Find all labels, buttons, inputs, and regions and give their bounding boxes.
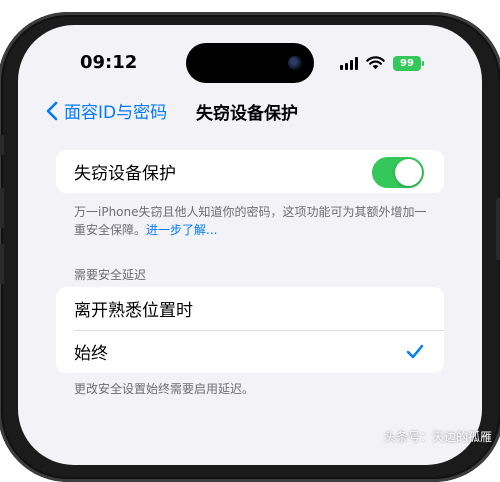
protection-toggle[interactable]	[372, 157, 424, 188]
protection-description: 万一iPhone失窃且他人知道你的密码，这项功能可为其额外增加一重安全保障。	[74, 205, 427, 237]
protection-row: 失窃设备保护	[56, 150, 444, 193]
wifi-icon	[366, 56, 385, 70]
protection-footnote: 万一iPhone失窃且他人知道你的密码，这项功能可为其额外增加一重安全保障。进一…	[74, 203, 434, 239]
delay-section-header: 需要安全延迟	[74, 268, 147, 282]
watermark: 头条号：天边的孤雁	[383, 430, 492, 444]
option-label: 离开熟悉位置时	[74, 301, 193, 321]
power-button	[496, 198, 500, 260]
signal-icon	[340, 56, 358, 70]
camera-icon	[288, 56, 302, 70]
option-label: 始终	[74, 344, 108, 364]
toggle-knob	[395, 159, 422, 186]
battery-icon: 99	[393, 55, 424, 71]
delay-footnote: 更改安全设置始终需要启用延迟。	[74, 382, 255, 396]
dynamic-island	[186, 43, 314, 83]
delay-option-always[interactable]: 始终	[56, 330, 444, 373]
back-label: 面容ID与密码	[64, 103, 168, 123]
chevron-left-icon	[46, 101, 58, 120]
page-title: 失窃设备保护	[196, 104, 298, 124]
volume-button	[0, 188, 4, 228]
delay-option-away[interactable]: 离开熟悉位置时	[56, 287, 444, 330]
protection-label: 失窃设备保护	[74, 164, 176, 184]
volume-button	[0, 244, 4, 284]
delay-group: 离开熟悉位置时 始终	[56, 287, 444, 373]
status-icons: 99	[340, 55, 424, 71]
back-button[interactable]: 面容ID与密码	[46, 98, 167, 123]
screen: 09:12 99 面容ID与密码 失窃设备保护 失窃设备保护 万一iPhone失…	[18, 25, 482, 465]
checkmark-icon	[406, 344, 424, 359]
protection-group: 失窃设备保护	[56, 150, 444, 193]
status-time: 09:12	[80, 52, 138, 73]
volume-button	[0, 135, 4, 155]
learn-more-link[interactable]: 进一步了解...	[146, 223, 217, 237]
battery-level: 99	[400, 57, 414, 69]
